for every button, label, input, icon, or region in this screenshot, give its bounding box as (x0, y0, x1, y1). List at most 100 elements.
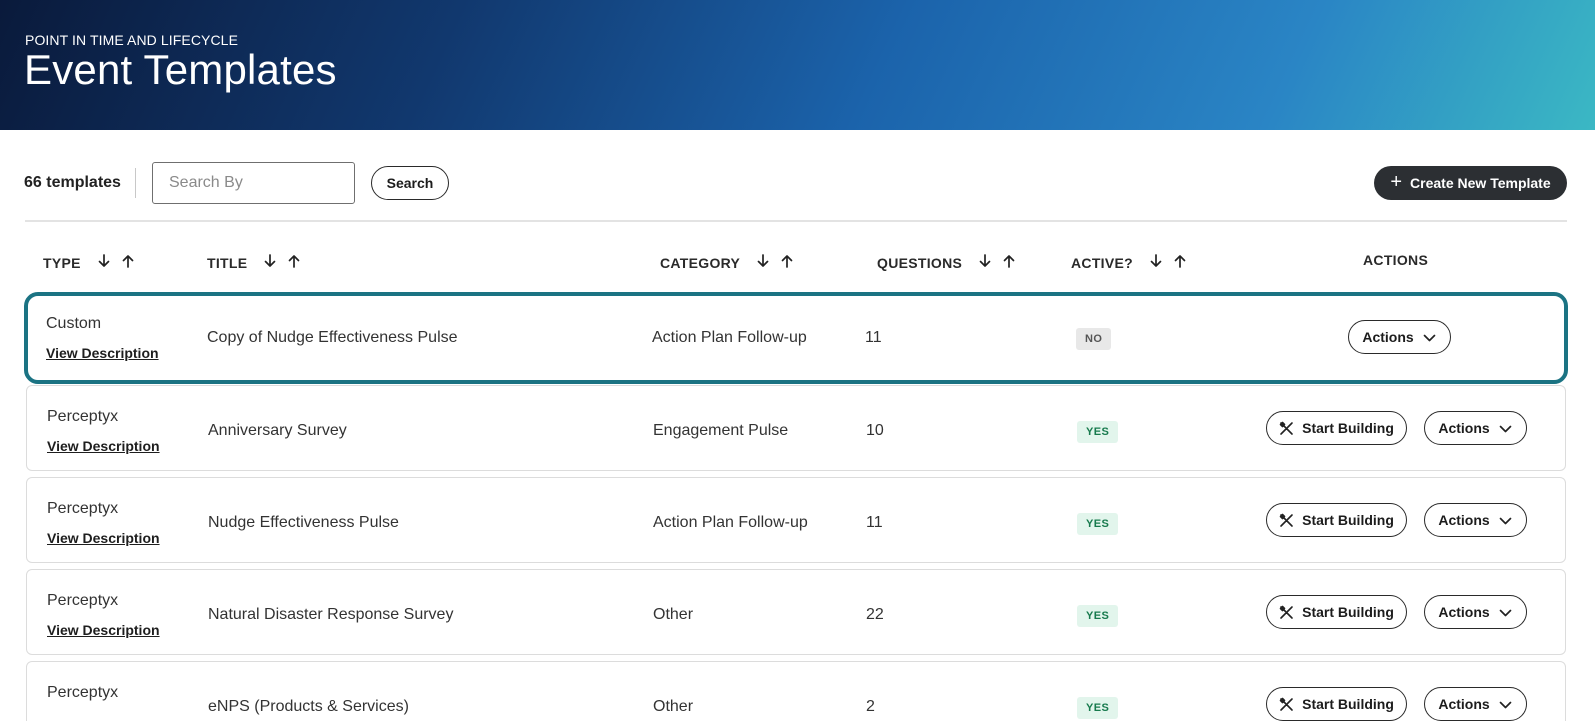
row-title: Natural Disaster Response Survey (208, 606, 454, 623)
row-questions: 10 (866, 422, 884, 439)
row-type: Custom (46, 315, 102, 332)
active-status-badge: YES (1077, 421, 1119, 443)
table-row[interactable]: Perceptyx View Description Natural Disas… (26, 569, 1566, 655)
row-type: Perceptyx (47, 684, 119, 701)
active-status-badge: YES (1077, 605, 1119, 627)
arrow-up-icon[interactable] (1000, 252, 1018, 273)
actions-dropdown-button[interactable]: Actions (1424, 687, 1527, 721)
start-building-button[interactable]: Start Building (1266, 687, 1407, 721)
tools-icon (1279, 421, 1294, 436)
chevron-down-icon (1498, 697, 1513, 712)
row-title: eNPS (Products & Services) (208, 698, 409, 715)
table-row[interactable]: Perceptyx View Description Anniversary S… (26, 385, 1566, 471)
active-status-badge: NO (1076, 328, 1112, 350)
table-row[interactable]: Custom View Description Copy of Nudge Ef… (24, 292, 1568, 384)
column-header-type: TYPE (43, 252, 137, 273)
actions-dropdown-button[interactable]: Actions (1424, 411, 1527, 445)
view-description-link[interactable]: View Description (47, 530, 160, 546)
start-building-label: Start Building (1302, 512, 1394, 528)
template-count: 66 templates (24, 174, 121, 191)
row-category: Other (653, 698, 694, 715)
start-building-button[interactable]: Start Building (1266, 503, 1407, 537)
chevron-down-icon (1498, 513, 1513, 528)
column-category-label: CATEGORY (660, 254, 741, 271)
view-description-link[interactable]: View Description (47, 622, 160, 638)
row-category: Engagement Pulse (653, 422, 789, 439)
row-type: Perceptyx (47, 408, 119, 425)
row-questions: 2 (866, 698, 875, 715)
toolbar: 66 templates Search + Create New Templat… (0, 160, 1595, 206)
chevron-down-icon (1498, 605, 1513, 620)
row-questions: 22 (866, 606, 884, 623)
tools-icon (1279, 513, 1294, 528)
actions-label: Actions (1438, 420, 1490, 436)
row-category: Action Plan Follow-up (652, 329, 807, 346)
arrow-up-icon[interactable] (778, 252, 796, 273)
chevron-down-icon (1422, 330, 1437, 345)
table-row[interactable]: Perceptyx eNPS (Products & Services) Oth… (26, 661, 1566, 721)
arrow-up-icon[interactable] (285, 252, 303, 273)
row-category: Other (653, 606, 694, 623)
arrow-up-icon[interactable] (1171, 252, 1189, 273)
row-title: Copy of Nudge Effectiveness Pulse (207, 329, 458, 346)
page-header-banner: POINT IN TIME AND LIFECYCLE Event Templa… (0, 0, 1595, 130)
column-header-questions: QUESTIONS (877, 252, 1018, 273)
arrow-down-icon[interactable] (261, 252, 279, 273)
actions-dropdown-button[interactable]: Actions (1348, 320, 1451, 354)
arrow-down-icon[interactable] (976, 252, 994, 273)
column-active-label: ACTIVE? (1071, 254, 1133, 271)
create-new-template-button[interactable]: + Create New Template (1374, 166, 1567, 200)
row-category: Action Plan Follow-up (653, 514, 808, 531)
actions-label: Actions (1438, 604, 1490, 620)
row-title: Nudge Effectiveness Pulse (208, 514, 399, 531)
start-building-button[interactable]: Start Building (1266, 411, 1407, 445)
column-questions-label: QUESTIONS (877, 254, 963, 271)
arrow-down-icon[interactable] (1147, 252, 1165, 273)
arrow-down-icon[interactable] (754, 252, 772, 273)
view-description-link[interactable]: View Description (46, 345, 159, 361)
sort-controls-category (754, 252, 796, 273)
actions-label: Actions (1438, 696, 1490, 712)
actions-dropdown-button[interactable]: Actions (1424, 595, 1527, 629)
arrow-down-icon[interactable] (95, 252, 113, 273)
row-type: Perceptyx (47, 500, 119, 517)
actions-label: Actions (1438, 512, 1490, 528)
column-actions-label: ACTIONS (1363, 252, 1429, 268)
column-type-label: TYPE (43, 254, 81, 271)
start-building-button[interactable]: Start Building (1266, 595, 1407, 629)
row-questions: 11 (865, 329, 882, 346)
tools-icon (1279, 697, 1294, 712)
column-header-title: TITLE (207, 252, 303, 273)
toolbar-divider-line (25, 220, 1567, 222)
column-title-label: TITLE (207, 254, 248, 271)
column-header-active: ACTIVE? (1071, 252, 1189, 273)
search-button[interactable]: Search (371, 166, 449, 200)
sort-controls-type (95, 252, 137, 273)
chevron-down-icon (1498, 421, 1513, 436)
actions-label: Actions (1362, 329, 1414, 345)
start-building-label: Start Building (1302, 420, 1394, 436)
column-header-category: CATEGORY (660, 252, 796, 273)
row-title: Anniversary Survey (208, 422, 347, 439)
page-title: Event Templates (24, 46, 337, 93)
view-description-link[interactable]: View Description (47, 438, 160, 454)
plus-icon: + (1390, 170, 1403, 193)
arrow-up-icon[interactable] (119, 252, 137, 273)
table-header: TYPE TITLE CATEGORY QUESTIONS ACTIVE? AC… (0, 244, 1595, 276)
tools-icon (1279, 605, 1294, 620)
sort-controls-title (261, 252, 303, 273)
row-questions: 11 (866, 514, 883, 531)
actions-dropdown-button[interactable]: Actions (1424, 503, 1527, 537)
toolbar-divider (135, 168, 136, 198)
active-status-badge: YES (1077, 697, 1119, 719)
active-status-badge: YES (1077, 513, 1119, 535)
start-building-label: Start Building (1302, 604, 1394, 620)
row-type: Perceptyx (47, 592, 119, 609)
create-new-template-label: Create New Template (1410, 175, 1551, 191)
start-building-label: Start Building (1302, 696, 1394, 712)
sort-controls-active (1147, 252, 1189, 273)
search-input[interactable] (152, 162, 355, 204)
sort-controls-questions (976, 252, 1018, 273)
column-header-actions: ACTIONS (1363, 252, 1428, 268)
table-row[interactable]: Perceptyx View Description Nudge Effecti… (26, 477, 1566, 563)
